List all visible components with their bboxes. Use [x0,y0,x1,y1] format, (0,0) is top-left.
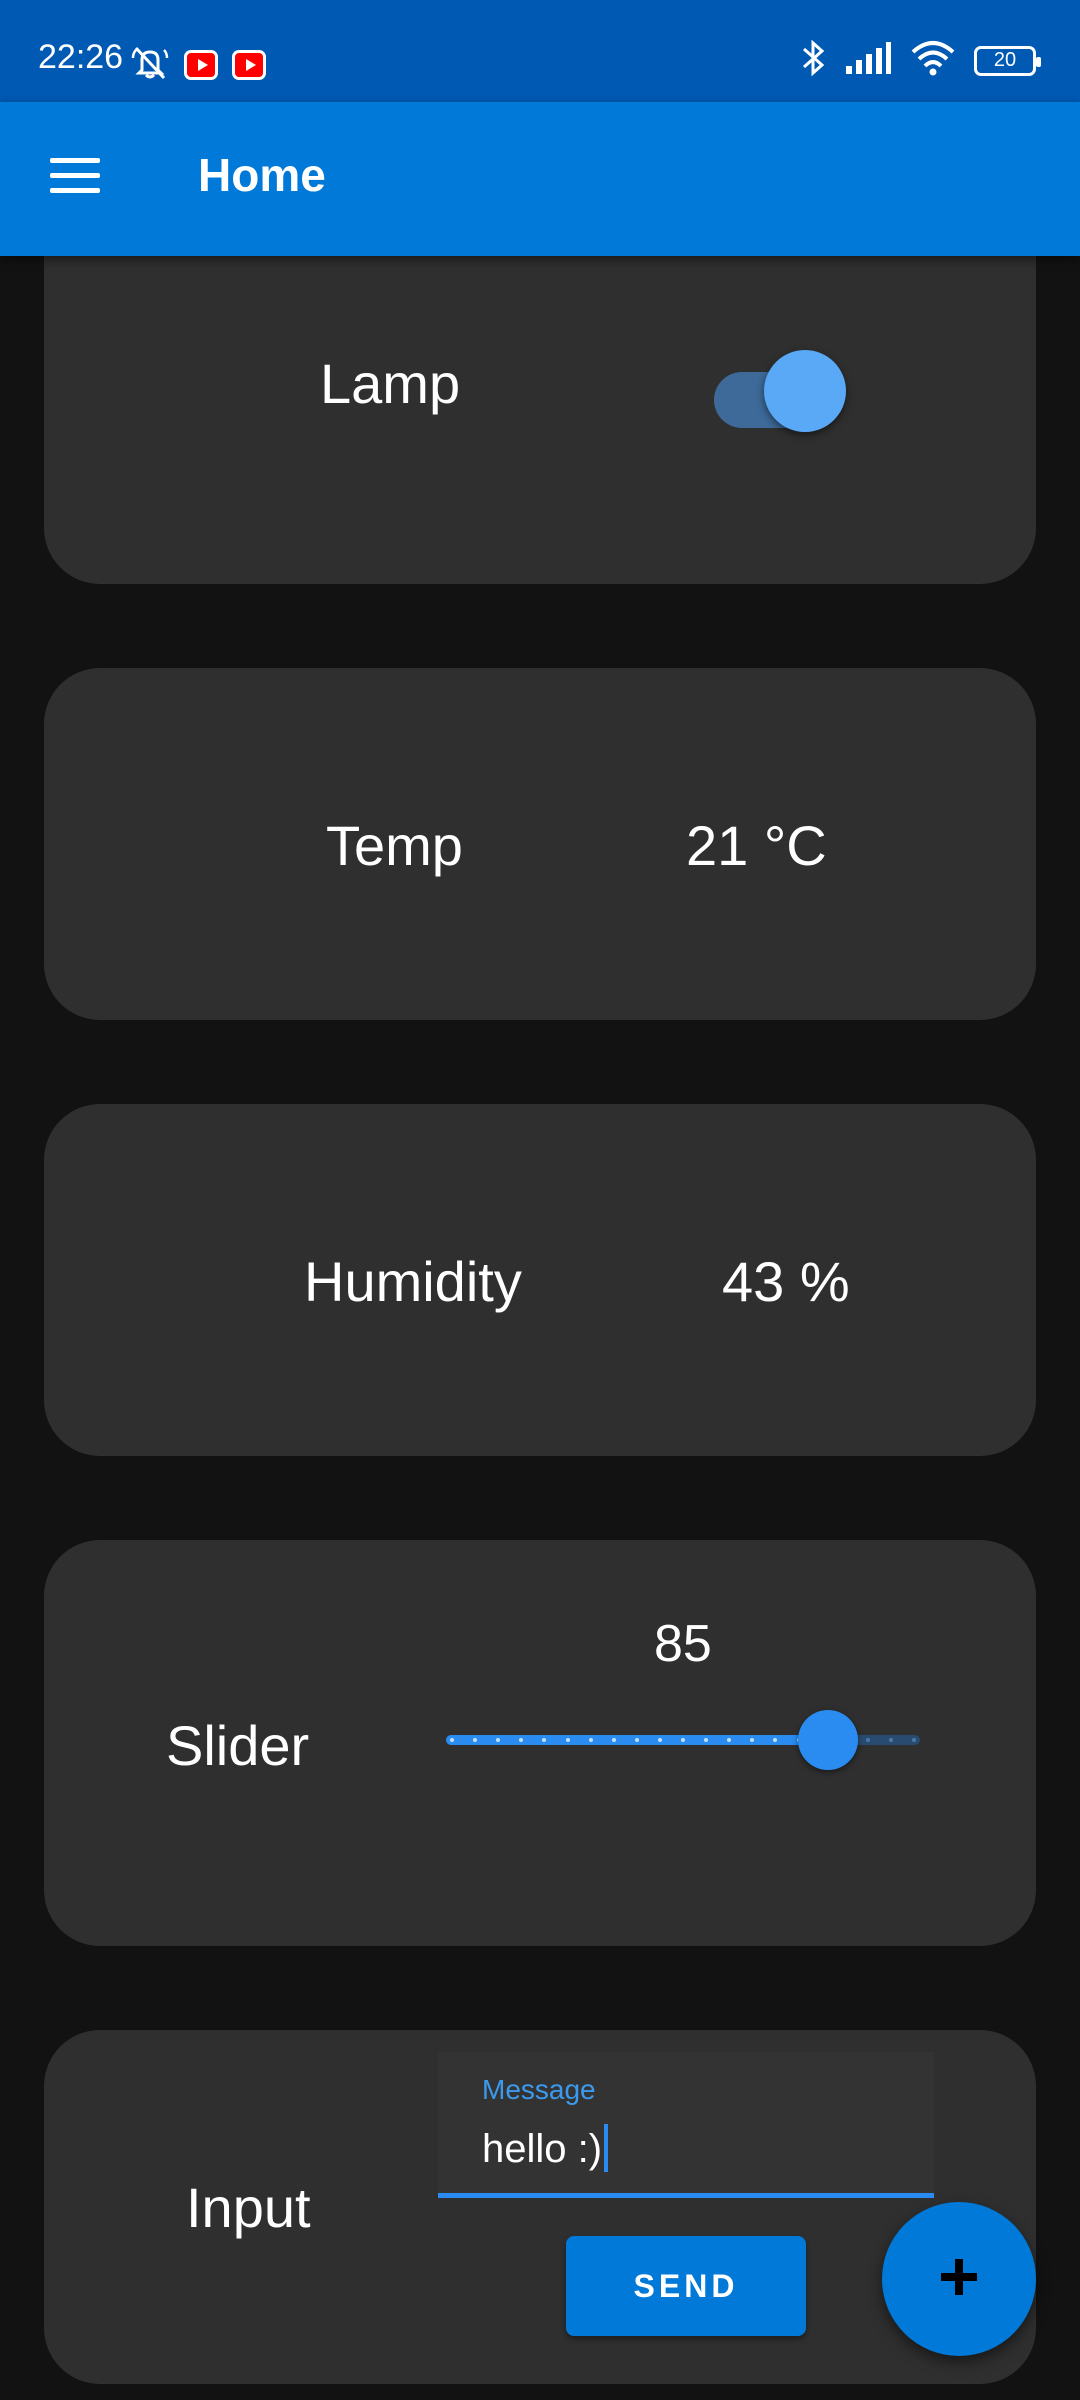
youtube-icon [184,49,218,80]
bluetooth-icon [800,38,826,83]
slider-tick [450,1738,454,1742]
battery-level: 20 [993,49,1017,71]
lamp-switch[interactable] [714,350,848,432]
slider-tick [634,1738,639,1742]
message-field-value: hello :) [482,2124,609,2172]
slider-tick [704,1738,709,1742]
slider-tick [657,1738,662,1742]
slider-tick [565,1738,570,1742]
slider-tick [888,1738,893,1742]
youtube-icon [232,49,266,80]
slider-value: 85 [654,1615,712,1673]
slider-tick [588,1738,593,1742]
mute-icon [130,44,170,85]
battery-icon: 20 [974,45,1041,76]
signal-icon [844,40,892,81]
status-bar: 22:26 20 [0,0,1080,102]
slider-tick [727,1738,732,1742]
temp-card: Temp 21 °C [44,668,1036,1020]
input-label: Input [186,2176,311,2239]
text-caret [604,2124,609,2172]
slider-tick [496,1738,501,1742]
wifi-icon [910,40,956,81]
slider-tick [773,1738,778,1742]
humidity-value: 43 % [722,1250,850,1313]
message-field-label: Message [482,2074,596,2105]
app-bar: Home [0,102,1080,256]
menu-icon[interactable] [46,154,106,198]
slider-thumb[interactable] [797,1710,858,1770]
message-text: hello :) [482,2127,603,2171]
switch-thumb [764,350,846,432]
page-title: Home [198,149,326,201]
lamp-card: Lamp [44,200,1036,584]
slider-tick [865,1738,870,1742]
status-time: 22:26 [38,38,124,76]
lamp-label: Lamp [320,352,461,415]
slider-label: Slider [166,1714,310,1777]
status-system-icons: 20 [800,38,1041,83]
slider-tick [542,1738,547,1742]
humidity-label: Humidity [304,1250,522,1313]
status-notification-icons [130,44,266,85]
send-button[interactable]: SEND [566,2236,806,2336]
slider-tick [912,1738,916,1742]
humidity-card: Humidity 43 % [44,1104,1036,1456]
slider[interactable] [446,1710,920,1770]
slider-tick [681,1738,685,1742]
add-button[interactable] [882,2202,1036,2356]
slider-tick [519,1738,524,1742]
plus-icon [937,2255,981,2304]
message-field[interactable]: Message hello :) [438,2052,934,2198]
slider-tick [473,1738,478,1742]
slider-tick [611,1738,616,1742]
slider-tick [750,1738,755,1742]
temp-label: Temp [326,814,463,877]
temp-value: 21 °C [686,814,827,877]
